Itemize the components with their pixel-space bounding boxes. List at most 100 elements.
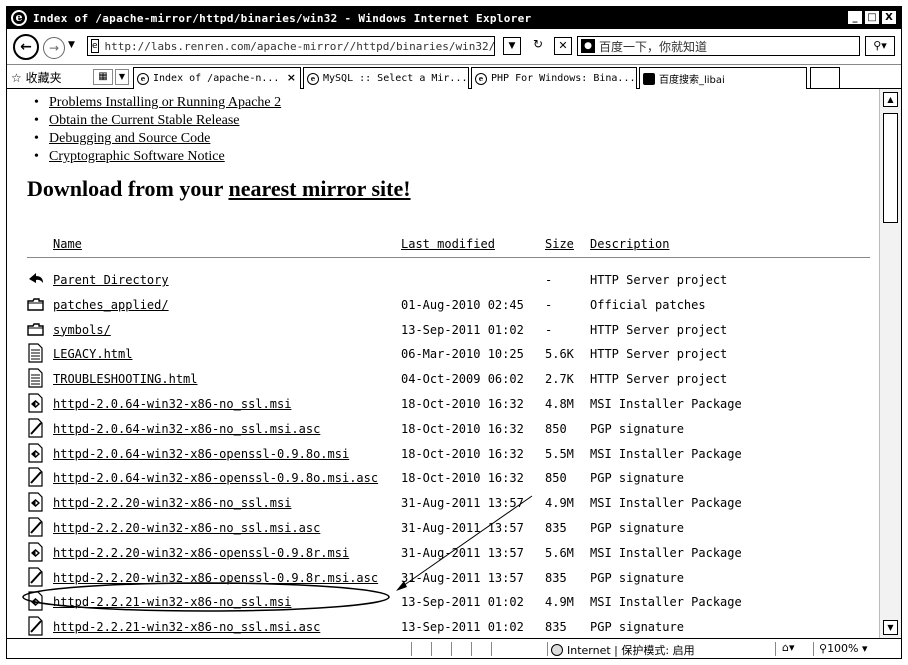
link-debugging-source[interactable]: Debugging and Source Code [49,131,210,146]
signature-file-icon[interactable] [27,467,44,487]
file-name-cell: TROUBLESHOOTING.html [53,372,198,386]
status-divider [775,642,776,656]
file-link[interactable]: httpd-2.2.21-win32-x86-no_ssl.msi [53,595,291,609]
file-link[interactable]: httpd-2.2.20-win32-x86-openssl-0.9.8r.ms… [53,571,378,585]
file-link[interactable]: patches_applied/ [53,298,169,312]
file-link[interactable]: httpd-2.2.20-win32-x86-no_ssl.msi.asc [53,521,320,535]
text-file-icon[interactable] [27,343,44,363]
scroll-down-icon[interactable]: ▼ [883,620,898,635]
security-zone[interactable]: Internet | 保护模式: 启用 [551,642,695,658]
url-text[interactable]: http://labs.renren.com/apache-mirror//ht… [105,40,496,53]
maximize-button[interactable]: □ [864,10,880,25]
table-row: httpd-2.2.20-win32-x86-no_ssl.msi 31-Aug-… [7,492,879,516]
tab-list-chevron-icon[interactable]: ▼ [115,69,129,85]
installer-package-icon[interactable] [27,591,44,611]
status-divider [411,642,412,656]
tab-index-of-apache[interactable]: e Index of /apache-n... × [133,67,301,89]
file-link[interactable]: Parent Directory [53,273,169,287]
header-divider [27,257,870,258]
file-link[interactable]: symbols/ [53,323,111,337]
recent-pages-chevron-icon[interactable]: ▼ [68,40,75,50]
scroll-up-icon[interactable]: ▲ [883,92,898,107]
status-divider [431,642,432,656]
installer-package-icon[interactable] [27,393,44,413]
description-cell: PGP signature [590,421,684,436]
search-placeholder[interactable]: 百度一下，你就知道 [599,38,707,55]
stop-icon[interactable]: ✕ [554,37,572,55]
minimize-button[interactable]: _ [847,10,863,25]
file-link[interactable]: httpd-2.2.20-win32-x86-openssl-0.9.8r.ms… [53,546,349,560]
description-cell: HTTP Server project [590,273,728,287]
file-link[interactable]: httpd-2.0.64-win32-x86-openssl-0.9.8o.ms… [53,447,349,461]
file-link[interactable]: httpd-2.0.64-win32-x86-no_ssl.msi.asc [53,422,320,436]
quick-tabs-icon[interactable]: ▦ [93,69,113,85]
size-cell: 5.6M [545,545,574,560]
text-file-icon[interactable] [27,368,44,388]
nearest-mirror-link[interactable]: nearest mirror site! [228,176,410,201]
modified-date-cell: 06-Mar-2010 10:25 [401,347,524,362]
signature-file-icon[interactable] [27,418,44,438]
ie-logo-icon: e [11,10,27,26]
description-cell: MSI Installer Package [590,397,742,411]
refresh-icon[interactable]: ↻ [528,37,548,55]
file-link[interactable]: httpd-2.2.20-win32-x86-no_ssl.msi [53,496,291,510]
zoom-control[interactable]: ⚲100% ▾ [819,642,868,655]
search-icon[interactable]: ⚲▾ [865,36,895,56]
window-controls: _ □ X [847,10,897,25]
file-name-cell: httpd-2.0.64-win32-x86-no_ssl.msi.asc [53,422,320,436]
modified-date-cell: 31-Aug-2011 13:57 [401,570,524,585]
folder-icon[interactable] [27,294,44,314]
tab-mysql[interactable]: e MySQL :: Select a Mir... [303,67,469,89]
scroll-thumb[interactable] [883,113,898,223]
description-cell: PGP signature [590,521,684,535]
list-item: Obtain the Current Stable Release [49,112,281,130]
forward-button[interactable]: → [43,37,65,59]
sort-by-modified-link[interactable]: Last modified [401,237,495,251]
file-name-cell: httpd-2.2.20-win32-x86-no_ssl.msi.asc [53,521,320,535]
link-stable-release[interactable]: Obtain the Current Stable Release [49,113,240,128]
modified-date-cell: 31-Aug-2011 13:57 [401,521,524,535]
table-row: httpd-2.2.21-win32-x86-no_ssl.msi 13-Sep-… [7,591,879,615]
tab-label: PHP For Windows: Bina... [491,73,636,84]
signature-file-icon[interactable] [27,566,44,587]
back-button[interactable]: ← [13,34,39,60]
column-header-modified[interactable]: Last modified [401,237,495,251]
close-tab-icon[interactable]: × [287,71,296,84]
installer-package-icon[interactable] [27,542,44,562]
vertical-scrollbar[interactable]: ▲ ▼ [879,89,901,638]
file-link[interactable]: TROUBLESHOOTING.html [53,372,198,386]
tab-baidu-search[interactable]: 百度搜索_libai [639,67,807,89]
file-link[interactable]: httpd-2.0.64-win32-x86-openssl-0.9.8o.ms… [53,471,378,485]
column-header-name[interactable]: Name [53,237,82,251]
file-link[interactable]: httpd-2.2.21-win32-x86-no_ssl.msi.asc [53,620,320,634]
signature-file-icon[interactable] [27,616,44,636]
tab-php-for-windows[interactable]: e PHP For Windows: Bina... [471,67,637,89]
installer-package-icon[interactable] [27,492,44,512]
new-tab-button[interactable] [810,67,840,89]
tab-label: 百度搜索_libai [659,75,725,86]
size-cell: 5.6K [545,347,574,362]
address-dropdown-chevron-icon[interactable]: ▼ [503,37,521,55]
sort-by-size-link[interactable]: Size [545,237,574,251]
back-arrow-icon[interactable] [27,269,44,289]
column-header-description[interactable]: Description [590,237,669,251]
folder-icon[interactable] [27,319,44,339]
file-name-cell: httpd-2.2.21-win32-x86-no_ssl.msi.asc [53,620,320,634]
search-input[interactable]: ● 百度一下，你就知道 [577,36,860,56]
link-crypto-notice[interactable]: Cryptographic Software Notice [49,149,225,164]
link-problems-installing[interactable]: Problems Installing or Running Apache 2 [49,95,281,110]
close-window-button[interactable]: X [881,10,897,25]
tab-bar: ☆ 收藏夹 ▦ ▼ e Index of /apache-n... × e My… [7,65,901,89]
size-cell: 850 [545,471,567,486]
file-link[interactable]: httpd-2.0.64-win32-x86-no_ssl.msi [53,397,291,411]
home-tool-icon[interactable]: ⌂▾ [782,641,795,654]
sort-by-description-link[interactable]: Description [590,237,669,251]
sort-by-name-link[interactable]: Name [53,237,82,251]
size-cell: - [545,273,553,287]
address-field[interactable]: e http://labs.renren.com/apache-mirror//… [87,36,495,56]
column-header-size[interactable]: Size [545,237,574,251]
installer-package-icon[interactable] [27,442,44,463]
signature-file-icon[interactable] [27,517,44,537]
favorites-button[interactable]: ☆ 收藏夹 [11,69,62,86]
file-link[interactable]: LEGACY.html [53,347,132,361]
